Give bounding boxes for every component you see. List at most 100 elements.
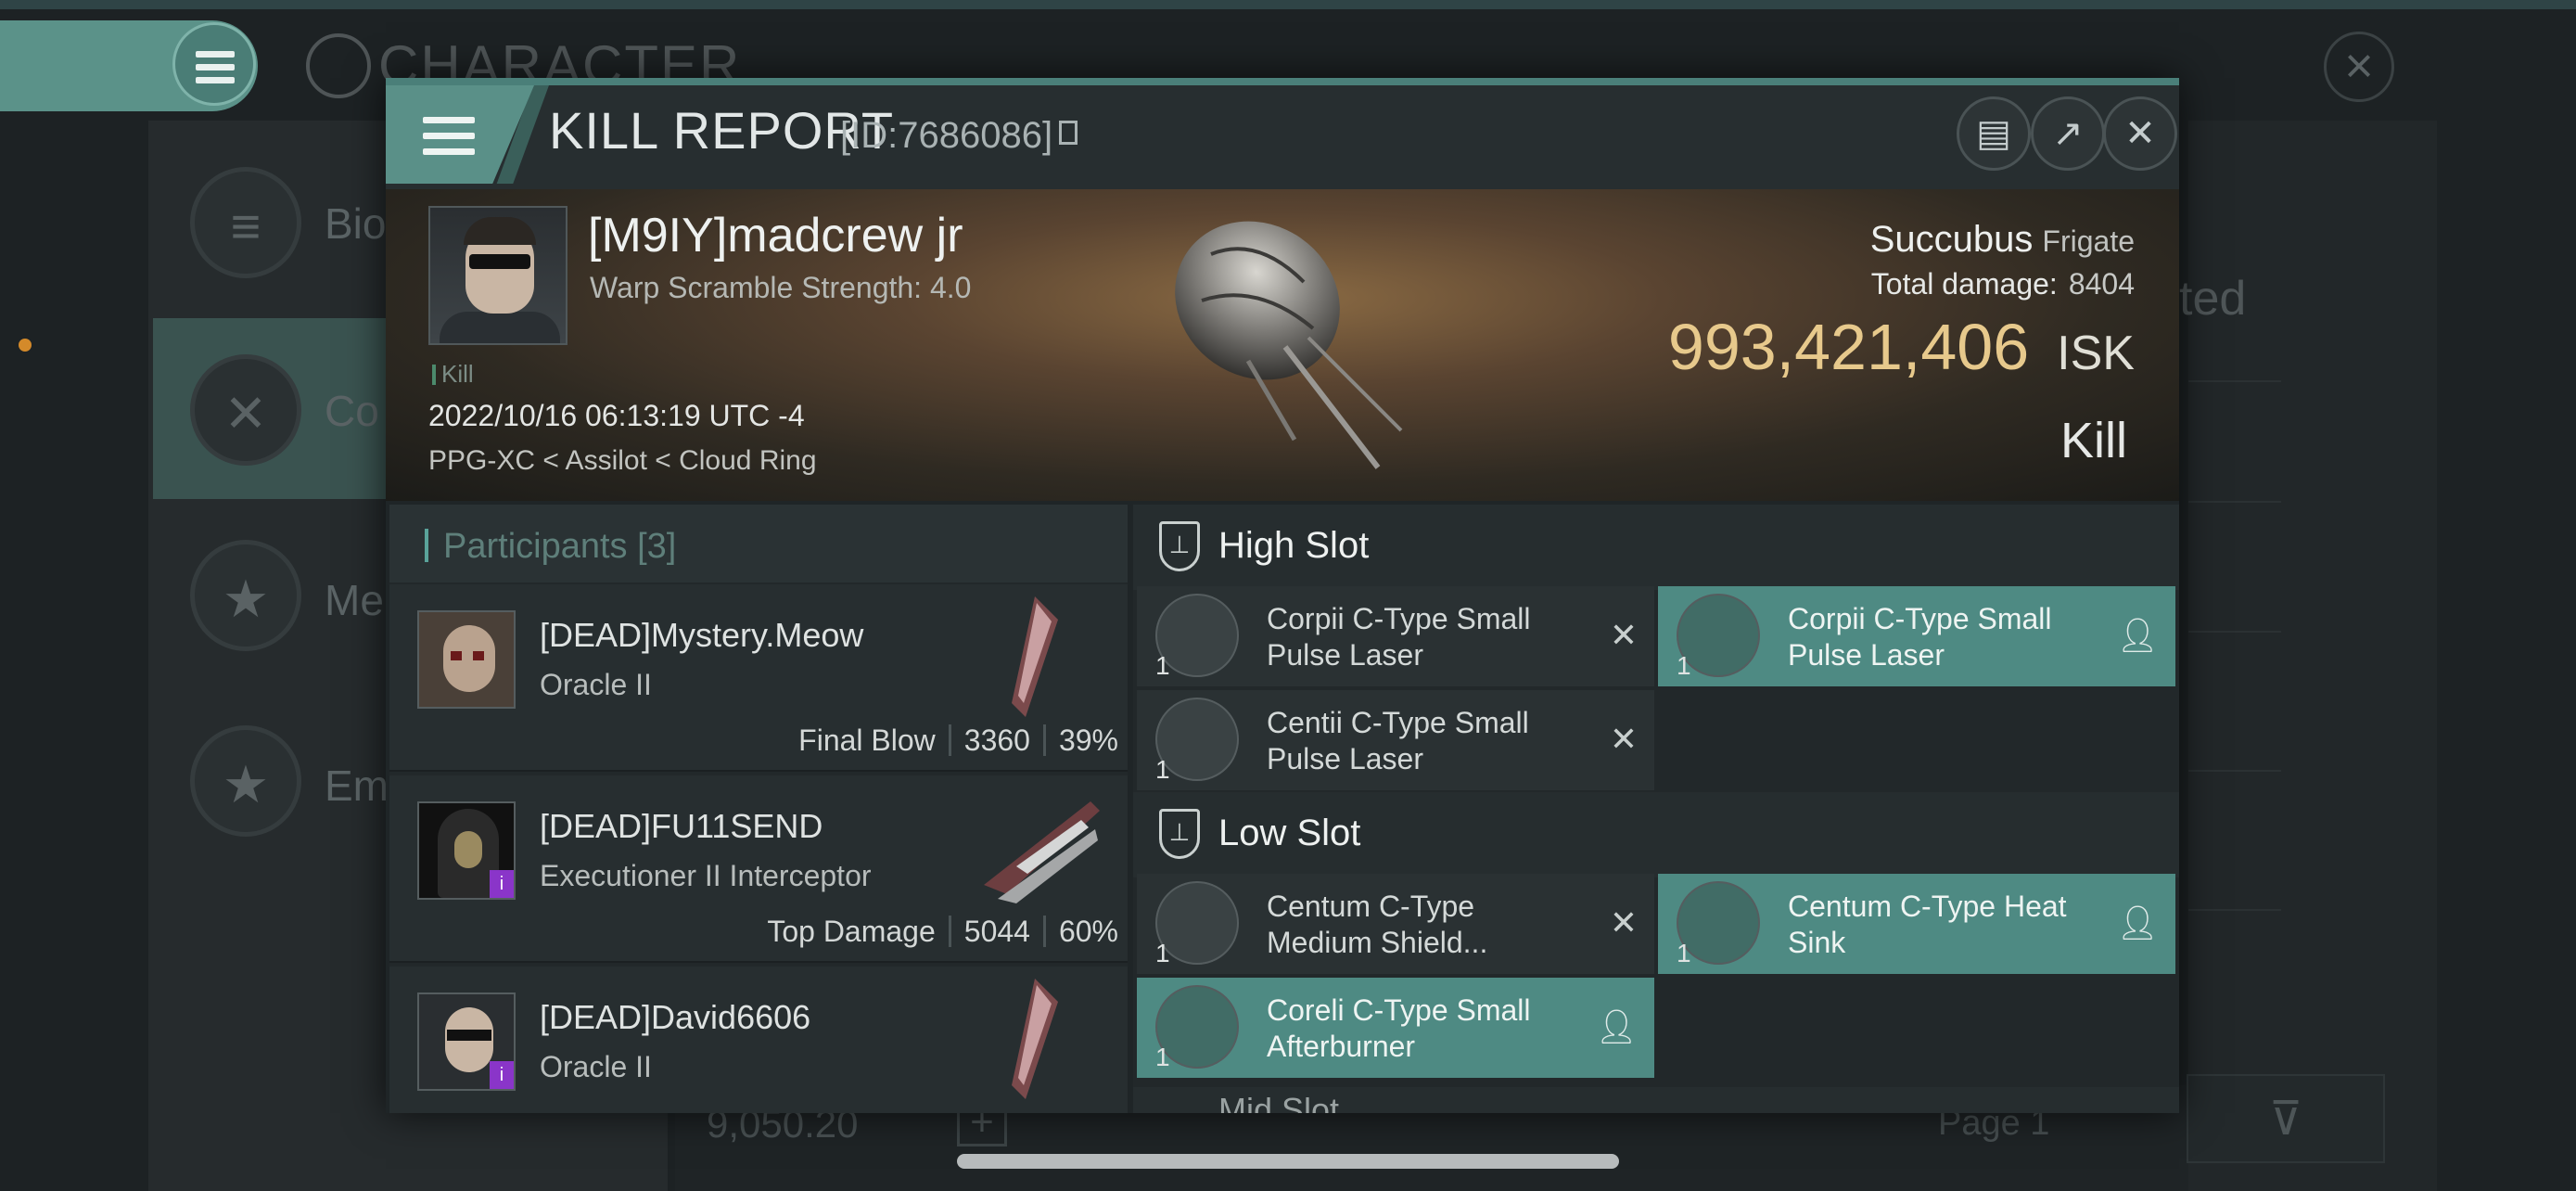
participant-ship: Executioner II Interceptor bbox=[540, 859, 872, 892]
oracle-ship-icon bbox=[1012, 596, 1058, 717]
info-badge: i bbox=[490, 1061, 514, 1089]
victim-name[interactable]: [M9IY]madcrew jr bbox=[588, 208, 963, 263]
participant-name: [DEAD]FU11SEND bbox=[540, 807, 823, 845]
module-slot[interactable]: 1 Corpii C-Type Small Pulse Laser ✕ bbox=[1137, 586, 1654, 686]
module-slot[interactable]: 1 Centii C-Type Small Pulse Laser ✕ bbox=[1137, 690, 1654, 790]
copy-icon[interactable] bbox=[1059, 121, 1078, 145]
isk-unit: ISK bbox=[2057, 327, 2135, 380]
sidebar-item-employment[interactable]: Em bbox=[325, 761, 389, 811]
module-qty: 1 bbox=[1155, 755, 1170, 784]
sidebar-item-medals[interactable]: Me bbox=[325, 575, 384, 625]
sidebar-item-bio[interactable]: Bio bbox=[325, 198, 386, 249]
participant-row[interactable]: [DEAD]Mystery.Meow Oracle II Final Blow 3… bbox=[389, 584, 1128, 772]
sidebar-item-combat[interactable]: Co bbox=[325, 386, 379, 436]
participant-damage: 3360 bbox=[963, 724, 1030, 757]
module-name: Corpii C-Type Small Pulse Laser bbox=[1788, 602, 2052, 672]
victim-portrait[interactable] bbox=[428, 206, 567, 345]
module-qty: 1 bbox=[1155, 651, 1170, 680]
modal-top-accent bbox=[386, 78, 2179, 85]
module-slot[interactable]: 1 Centum C-Type Medium Shield... ✕ bbox=[1137, 874, 1654, 974]
destroyed-icon: ✕ bbox=[1609, 616, 1638, 654]
module-qty: 1 bbox=[1677, 939, 1691, 967]
clipboard-icon[interactable]: ▤ bbox=[1957, 96, 2031, 171]
next-slot-header: Mid Slot bbox=[1133, 1087, 2179, 1113]
star-circle-icon[interactable]: ★ bbox=[190, 725, 301, 837]
kill-report-modal: KILL REPORT [ID:7686086] ▤ ↗ ✕ [M9IY]mad… bbox=[386, 78, 2179, 1113]
share-icon[interactable]: ↗ bbox=[2031, 96, 2105, 171]
module-qty: 1 bbox=[1155, 939, 1170, 967]
participant-ship: Oracle II bbox=[540, 1050, 652, 1083]
module-qty: 1 bbox=[1677, 651, 1691, 680]
module-qty: 1 bbox=[1155, 1043, 1170, 1071]
module-name: Coreli C-Type Small Afterburner bbox=[1267, 993, 1531, 1063]
participant-avatar bbox=[417, 610, 516, 709]
participant-row[interactable]: i [DEAD]FU11SEND Executioner II Intercep… bbox=[389, 775, 1128, 963]
hamburger-icon bbox=[423, 117, 475, 164]
info-badge: i bbox=[490, 870, 514, 898]
participant-percent: 39% bbox=[1058, 724, 1118, 757]
participants-header: Participants [3] bbox=[389, 505, 1128, 583]
high-slot-icon: ⊥ bbox=[1159, 521, 1200, 571]
participant-stats: Final Blow 3360 39% bbox=[798, 724, 1118, 758]
home-indicator[interactable] bbox=[957, 1154, 1619, 1169]
low-slot-title: Low Slot bbox=[1218, 813, 1361, 853]
swords-icon[interactable]: ✕ bbox=[190, 354, 301, 466]
background-text: ted bbox=[2179, 272, 2247, 326]
low-slot-icon: ⊥ bbox=[1159, 809, 1200, 859]
notification-dot bbox=[19, 339, 32, 352]
participant-name: [DEAD]David6606 bbox=[540, 998, 811, 1036]
destroyed-icon: ✕ bbox=[1609, 720, 1638, 758]
star-badge-icon[interactable]: ★ bbox=[190, 540, 301, 651]
final-blow-label: Final Blow bbox=[798, 724, 936, 757]
participant-row[interactable]: i [DEAD]David6606 Oracle II bbox=[389, 967, 1128, 1113]
participant-stats: Top Damage 5044 60% bbox=[767, 915, 1118, 949]
close-icon[interactable]: × bbox=[2324, 32, 2394, 102]
kill-tag-label: Kill bbox=[441, 360, 474, 388]
total-damage-value: 8404 bbox=[2068, 267, 2135, 301]
participant-damage: 5044 bbox=[963, 915, 1030, 948]
module-name: Corpii C-Type Small Pulse Laser bbox=[1267, 602, 1531, 672]
executioner-ship-icon bbox=[984, 801, 1100, 903]
result-label: Kill bbox=[2060, 413, 2127, 468]
list-icon[interactable]: ≡ bbox=[190, 167, 301, 278]
kill-tag: Kill bbox=[432, 360, 474, 389]
participant-name: [DEAD]Mystery.Meow bbox=[540, 616, 864, 654]
top-status-line bbox=[0, 0, 2576, 9]
oracle-ship-icon bbox=[1012, 979, 1058, 1099]
participant-ship: Oracle II bbox=[540, 668, 652, 701]
dropped-person-icon: 👤︎ bbox=[1595, 1007, 1638, 1045]
high-slot-header: ⊥ High Slot bbox=[1133, 505, 2179, 590]
character-icon bbox=[306, 33, 371, 98]
participants-title: Participants [3] bbox=[443, 527, 677, 566]
module-name: Centum C-Type Heat Sink bbox=[1788, 890, 2067, 959]
high-slot-title: High Slot bbox=[1218, 525, 1370, 566]
ship-name[interactable]: Succubus Frigate bbox=[1870, 219, 2135, 261]
module-name: Centum C-Type Medium Shield... bbox=[1267, 890, 1488, 959]
warp-scramble-strength: Warp Scramble Strength: 4.0 bbox=[590, 271, 972, 304]
next-slot-title: Mid Slot bbox=[1218, 1091, 1340, 1113]
low-slot-header: ⊥ Low Slot bbox=[1133, 792, 2179, 877]
kill-location[interactable]: PPG-XC < Assilot < Cloud Ring bbox=[428, 445, 817, 477]
module-slot[interactable]: 1 Corpii C-Type Small Pulse Laser 👤︎ bbox=[1658, 586, 2175, 686]
isk-value: 993,421,406 ISK bbox=[1668, 310, 2135, 384]
close-icon[interactable]: ✕ bbox=[2103, 96, 2177, 171]
ship-render bbox=[1175, 221, 1403, 469]
filter-icon[interactable]: ⊽ bbox=[2187, 1074, 2385, 1163]
hamburger-icon bbox=[196, 51, 235, 90]
dropped-person-icon: 👤︎ bbox=[2116, 616, 2159, 654]
dropped-person-icon: 👤︎ bbox=[2116, 903, 2159, 941]
top-damage-label: Top Damage bbox=[767, 915, 936, 948]
module-name: Centii C-Type Small Pulse Laser bbox=[1267, 706, 1529, 775]
main-menu-button[interactable] bbox=[172, 22, 256, 106]
total-damage: Total damage: 8404 bbox=[1871, 267, 2135, 301]
total-damage-label: Total damage: bbox=[1870, 267, 2058, 301]
destroyed-icon: ✕ bbox=[1609, 903, 1638, 941]
kill-id: [ID:7686086] bbox=[840, 115, 1053, 156]
ship-name-label: Succubus bbox=[1869, 219, 2034, 260]
participant-avatar: i bbox=[417, 801, 516, 900]
isk-amount: 993,421,406 bbox=[1667, 311, 2030, 383]
ship-class: Frigate bbox=[2042, 224, 2135, 258]
participant-percent: 60% bbox=[1058, 915, 1118, 948]
module-slot[interactable]: 1 Coreli C-Type Small Afterburner 👤︎ bbox=[1137, 978, 1654, 1078]
module-slot[interactable]: 1 Centum C-Type Heat Sink 👤︎ bbox=[1658, 874, 2175, 974]
